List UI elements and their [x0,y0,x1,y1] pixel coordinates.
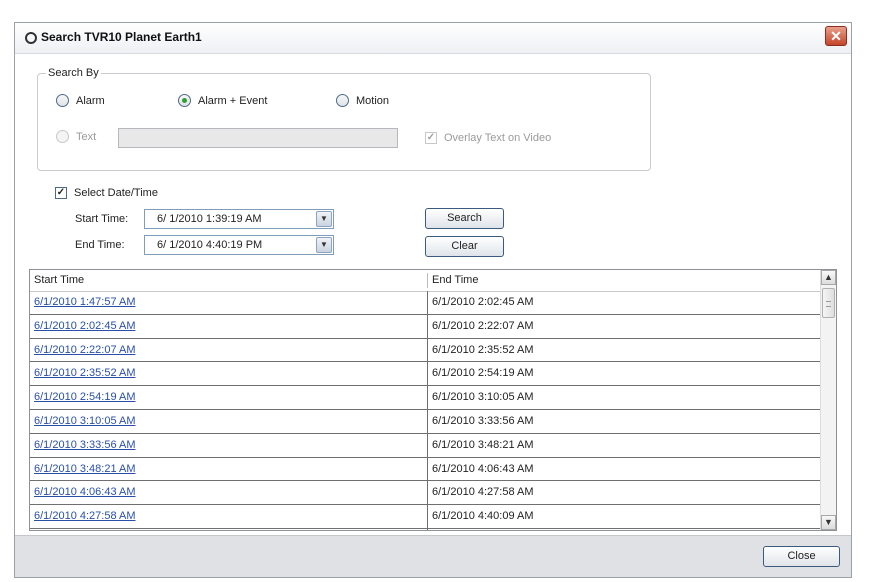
table-row[interactable]: 6/1/2010 4:06:43 AM 6/1/2010 4:27:58 AM [30,481,822,506]
table-row[interactable]: 6/1/2010 2:54:19 AM 6/1/2010 3:10:05 AM [30,386,822,410]
checkmark-icon: ✓ [425,132,437,144]
close-icon: ✕ [830,28,842,44]
radio-alarm-label: Alarm [76,94,105,107]
table-row[interactable]: 6/1/2010 2:02:45 AM 6/1/2010 2:22:07 AM [30,315,822,339]
table-header: Start Time End Time [30,270,822,292]
table-row[interactable]: 6/1/2010 2:35:52 AM 6/1/2010 2:54:19 AM [30,362,822,387]
checkmark-icon: ✓ [55,187,67,199]
chevron-down-icon[interactable]: ▼ [316,237,332,253]
radio-circle-icon [56,94,69,107]
column-header-end-time[interactable]: End Time [428,270,478,291]
column-header-start-time[interactable]: Start Time [30,270,84,291]
search-by-legend: Search By [46,67,101,79]
radio-circle-icon [336,94,349,107]
overlay-text-label: Overlay Text on Video [444,132,552,144]
radio-alarm[interactable]: Alarm [56,94,105,107]
select-datetime-label: Select Date/Time [74,187,158,199]
table-body: 6/1/2010 1:47:57 AM 6/1/2010 2:02:45 AM 6… [30,291,822,529]
table-row[interactable]: 6/1/2010 1:47:57 AM 6/1/2010 2:02:45 AM [30,291,822,315]
search-button[interactable]: Search [425,208,504,229]
radio-alarm-event[interactable]: Alarm + Event [178,94,267,107]
radio-text-label: Text [76,130,97,143]
clear-button[interactable]: Clear [425,236,504,257]
end-time-value: 6/ 1/2010 4:40:19 PM [157,239,263,251]
radio-circle-icon [56,130,69,143]
end-time-cell: 6/1/2010 2:35:52 AM [432,343,534,356]
start-time-label: Start Time: [75,213,129,225]
window-title: Search TVR10 Planet Earth1 [41,30,202,44]
start-time-link[interactable]: 6/1/2010 2:54:19 AM [30,386,136,408]
start-time-link[interactable]: 6/1/2010 2:02:45 AM [30,315,136,337]
window-icon [25,32,37,44]
scroll-down-icon[interactable]: ▼ [821,515,836,530]
dialog-footer: Close [15,535,851,577]
start-time-link[interactable]: 6/1/2010 4:06:43 AM [30,481,136,503]
end-time-cell: 6/1/2010 4:40:09 AM [432,510,534,523]
end-time-cell: 6/1/2010 2:22:07 AM [432,319,534,332]
table-row[interactable]: 6/1/2010 3:33:56 AM 6/1/2010 3:48:21 AM [30,434,822,458]
radio-selected-icon [178,94,191,107]
results-table: Start Time End Time 6/1/2010 1:47:57 AM 6… [29,269,837,531]
end-time-cell: 6/1/2010 4:06:43 AM [432,462,534,475]
scroll-up-icon[interactable]: ▲ [821,270,836,285]
chevron-down-icon[interactable]: ▼ [316,211,332,227]
radio-alarm-event-label: Alarm + Event [198,94,268,107]
column-separator [427,291,428,530]
title-bar: Search TVR10 Planet Earth1 ✕ [15,23,851,54]
start-time-link[interactable]: 6/1/2010 3:10:05 AM [30,410,136,432]
grip-icon [826,301,831,307]
radio-text: Text [56,130,96,143]
table-row[interactable]: 6/1/2010 4:27:58 AM 6/1/2010 4:40:09 AM [30,505,822,529]
start-time-link[interactable]: 6/1/2010 3:48:21 AM [30,458,136,480]
end-time-label: End Time: [75,239,125,251]
table-row[interactable]: 6/1/2010 3:10:05 AM 6/1/2010 3:33:56 AM [30,410,822,434]
end-time-cell: 6/1/2010 2:54:19 AM [432,367,534,380]
overlay-text-checkbox: ✓ Overlay Text on Video [425,132,551,144]
close-window-button[interactable]: ✕ [825,26,847,46]
start-time-link[interactable]: 6/1/2010 2:35:52 AM [30,362,136,384]
radio-motion-label: Motion [356,94,390,107]
end-time-picker[interactable]: 6/ 1/2010 4:40:19 PM ▼ [144,235,334,255]
start-time-link[interactable]: 6/1/2010 4:27:58 AM [30,505,136,527]
table-row[interactable]: 6/1/2010 3:48:21 AM 6/1/2010 4:06:43 AM [30,458,822,482]
start-time-picker[interactable]: 6/ 1/2010 1:39:19 AM ▼ [144,209,334,229]
search-text-input [118,128,398,148]
select-datetime-checkbox[interactable]: ✓ Select Date/Time [55,187,158,199]
vertical-scrollbar[interactable]: ▲ ▼ [820,270,836,530]
start-time-link[interactable]: 6/1/2010 2:22:07 AM [30,339,136,361]
table-row[interactable]: 6/1/2010 2:22:07 AM 6/1/2010 2:35:52 AM [30,339,822,363]
start-time-link[interactable]: 6/1/2010 3:33:56 AM [30,434,136,456]
radio-motion[interactable]: Motion [336,94,389,107]
end-time-cell: 6/1/2010 3:10:05 AM [432,391,534,404]
search-by-group: Search By Alarm Alarm + Event Motion Tex… [37,67,651,171]
start-time-value: 6/ 1/2010 1:39:19 AM [157,213,262,225]
search-dialog: Search TVR10 Planet Earth1 ✕ Search By A… [14,22,852,578]
close-button[interactable]: Close [763,546,840,567]
end-time-cell: 6/1/2010 4:27:58 AM [432,486,534,499]
scroll-thumb[interactable] [822,288,835,318]
start-time-link[interactable]: 6/1/2010 1:47:57 AM [30,291,136,313]
end-time-cell: 6/1/2010 3:48:21 AM [432,438,534,451]
end-time-cell: 6/1/2010 2:02:45 AM [432,296,534,308]
end-time-cell: 6/1/2010 3:33:56 AM [432,414,534,427]
